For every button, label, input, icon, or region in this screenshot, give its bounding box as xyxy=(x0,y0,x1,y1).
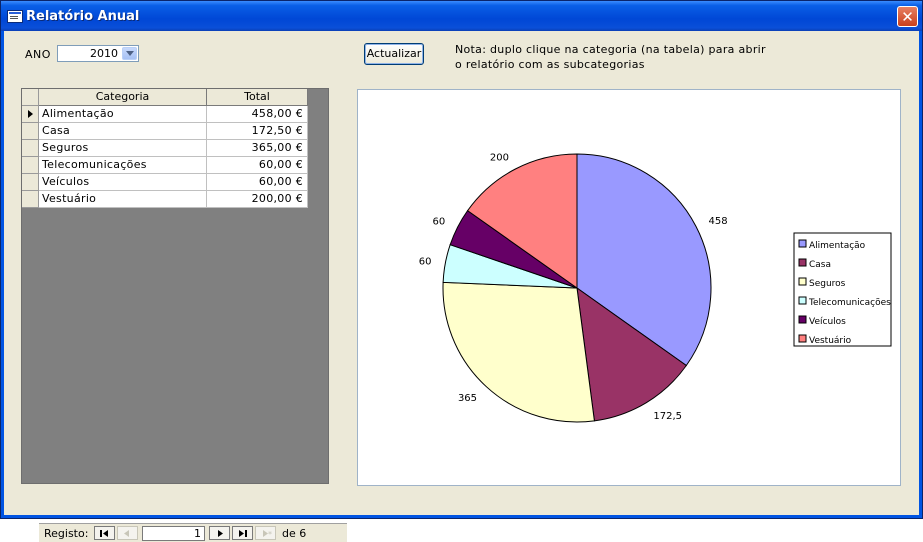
record-selector[interactable] xyxy=(22,157,39,174)
legend-swatch xyxy=(798,315,807,324)
year-dropdown[interactable]: 2010 xyxy=(57,45,139,62)
legend-swatch xyxy=(798,277,807,286)
table-row[interactable]: Veículos 60,00 € xyxy=(22,174,308,191)
record-navigation: Registo: 1 * de 6 xyxy=(39,523,347,542)
category-cell[interactable]: Veículos xyxy=(39,174,207,191)
record-selector[interactable] xyxy=(22,174,39,191)
data-label: 60 xyxy=(432,217,445,228)
previous-record-icon xyxy=(124,530,129,537)
data-label: 60 xyxy=(419,257,432,268)
legend-entry: Casa xyxy=(809,260,831,270)
record-selector[interactable] xyxy=(22,106,39,123)
refresh-button[interactable]: Actualizar xyxy=(364,43,424,65)
note-text: Nota: duplo clique na categoria (na tabe… xyxy=(455,43,766,71)
record-selector[interactable] xyxy=(22,123,39,140)
form-body: ANO 2010 Actualizar Nota: duplo clique n… xyxy=(4,31,919,542)
data-label: 172,5 xyxy=(653,411,682,422)
total-cell[interactable]: 60,00 € xyxy=(207,174,308,191)
total-cell[interactable]: 172,50 € xyxy=(207,123,308,140)
data-label: 200 xyxy=(490,153,509,164)
legend-swatch xyxy=(798,239,807,248)
next-record-icon xyxy=(218,530,223,537)
legend-entry: Seguros xyxy=(809,279,846,289)
year-label: ANO xyxy=(25,48,51,61)
select-all-cell[interactable] xyxy=(22,89,39,106)
first-record-icon xyxy=(100,530,108,537)
pie-chart: 458 172,5 365 60 60 200 Alimentação Casa Seguros… xyxy=(357,89,901,486)
pie-chart-svg: 458 172,5 365 60 60 200 Alimentação Casa Seguros… xyxy=(419,153,892,423)
legend-entry: Veículos xyxy=(809,317,846,327)
record-label: Registo: xyxy=(44,527,89,540)
report-window: Relatório Anual ✕ ANO 2010 Actualizar No… xyxy=(0,0,923,542)
title-bar[interactable]: Relatório Anual ✕ xyxy=(1,1,922,31)
table-row[interactable]: Seguros 365,00 € xyxy=(22,140,308,157)
form-icon xyxy=(7,10,23,23)
legend-entry: Telecomunicações xyxy=(808,298,891,308)
legend-entry: Alimentação xyxy=(809,241,866,251)
data-label: 365 xyxy=(458,393,477,404)
record-selector[interactable] xyxy=(22,191,39,208)
svg-text:*: * xyxy=(268,530,272,539)
window-title: Relatório Anual xyxy=(26,9,140,24)
legend-swatch xyxy=(798,258,807,267)
category-cell[interactable]: Alimentação xyxy=(39,106,207,123)
year-value: 2010 xyxy=(90,47,118,60)
category-cell[interactable]: Casa xyxy=(39,123,207,140)
chevron-down-icon[interactable] xyxy=(122,47,137,60)
category-cell[interactable]: Telecomunicações xyxy=(39,157,207,174)
category-cell[interactable]: Seguros xyxy=(39,140,207,157)
first-record-button[interactable] xyxy=(94,526,115,540)
category-datasheet: Categoria Total Alimentação 458,00 € Casa 1… xyxy=(21,88,347,542)
close-button[interactable]: ✕ xyxy=(897,6,918,27)
total-cell[interactable]: 60,00 € xyxy=(207,157,308,174)
record-selector[interactable] xyxy=(22,140,39,157)
new-record-button[interactable]: * xyxy=(255,526,276,540)
column-header-category[interactable]: Categoria xyxy=(39,89,207,106)
total-cell[interactable]: 458,00 € xyxy=(207,106,308,123)
table-header: Categoria Total xyxy=(22,89,308,106)
record-count: de 6 xyxy=(282,527,307,540)
last-record-button[interactable] xyxy=(232,526,253,540)
record-number-input[interactable]: 1 xyxy=(142,526,205,541)
previous-record-button[interactable] xyxy=(117,526,138,540)
total-cell[interactable]: 200,00 € xyxy=(207,191,308,208)
new-record-icon: * xyxy=(263,530,272,539)
table-row[interactable]: Telecomunicações 60,00 € xyxy=(22,157,308,174)
last-record-icon xyxy=(239,530,247,537)
legend-swatch xyxy=(798,296,807,305)
legend-swatch xyxy=(798,334,807,343)
column-header-total[interactable]: Total xyxy=(207,89,308,106)
table-body: Alimentação 458,00 € Casa 172,50 € Seguros 36… xyxy=(22,106,308,208)
data-label: 458 xyxy=(708,216,727,227)
category-cell[interactable]: Vestuário xyxy=(39,191,207,208)
table-row[interactable]: Alimentação 458,00 € xyxy=(22,106,308,123)
legend-entry: Vestuário xyxy=(809,336,852,346)
table-row[interactable]: Casa 172,50 € xyxy=(22,123,308,140)
table-row[interactable]: Vestuário 200,00 € xyxy=(22,191,308,208)
next-record-button[interactable] xyxy=(209,526,230,540)
total-cell[interactable]: 365,00 € xyxy=(207,140,308,157)
